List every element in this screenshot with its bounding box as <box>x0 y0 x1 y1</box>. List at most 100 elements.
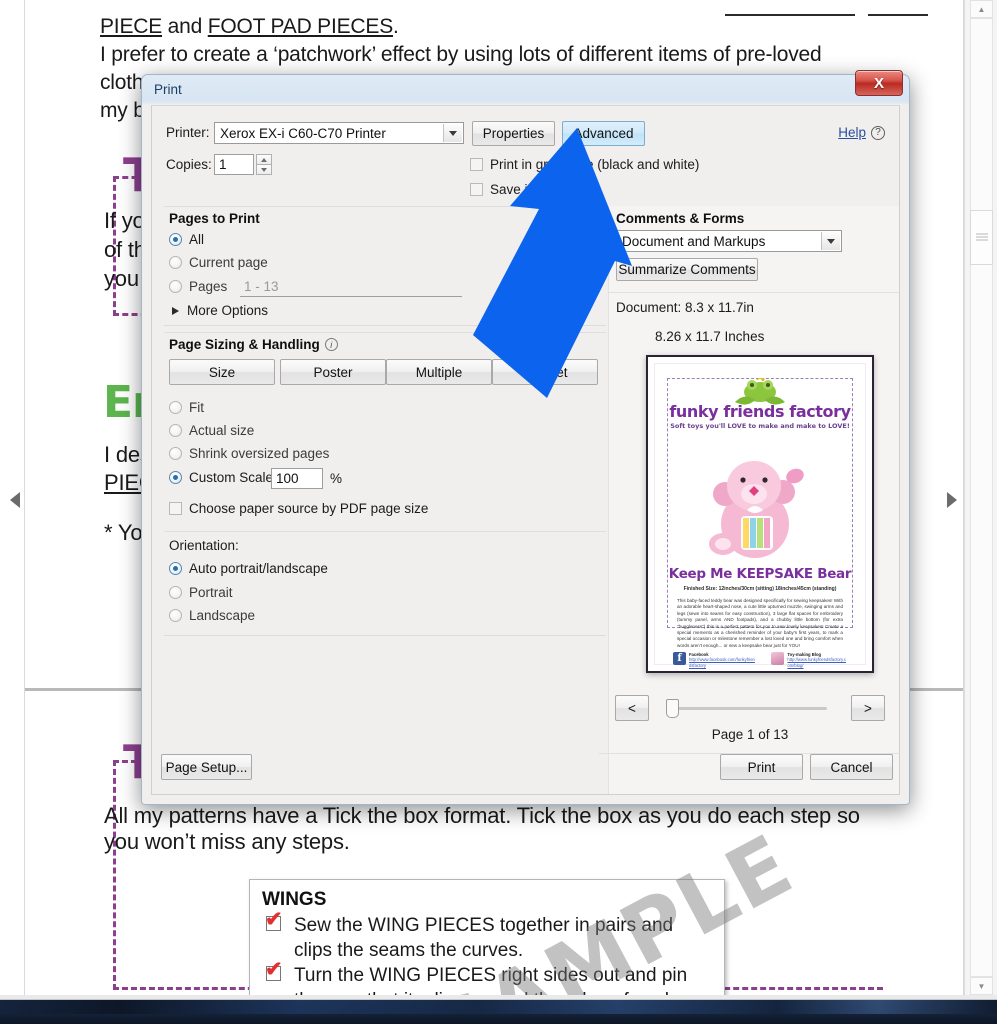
radio-actual-size[interactable]: Actual size <box>169 423 254 438</box>
facebook-icon: f <box>673 652 686 665</box>
list-item: Turn the WING PIECES right sides out and… <box>262 959 712 995</box>
dialog-titlebar[interactable]: Print X <box>142 70 909 105</box>
save-ink-checkbox[interactable]: Save ink/toner <box>470 182 576 197</box>
blog-avatar-icon <box>771 652 785 665</box>
panel-divider <box>608 292 899 293</box>
printer-select[interactable]: Xerox EX-i C60-C70 Printer <box>214 122 464 144</box>
checkbox-icon[interactable] <box>169 502 182 515</box>
radio-custom-scale[interactable]: Custom Scale: <box>169 470 277 485</box>
chevron-right-icon[interactable] <box>172 306 179 315</box>
info-icon[interactable]: i <box>324 338 338 351</box>
scrollbar-thumb[interactable] <box>970 210 993 265</box>
doc-line-1: PIECE and FOOT PAD PIECES. <box>100 15 399 38</box>
radio-actual-size-label: Actual size <box>189 423 255 438</box>
copies-increment-icon[interactable] <box>256 154 272 165</box>
printer-row: Printer: <box>166 125 210 140</box>
radio-icon[interactable] <box>169 586 182 599</box>
next-page-arrow-icon[interactable] <box>947 492 957 508</box>
wings-step-text: Sew the WING PIECES together in pairs an… <box>294 915 674 961</box>
cancel-button[interactable]: Cancel <box>810 754 893 780</box>
wings-step-list: Sew the WING PIECES together in pairs an… <box>262 909 712 995</box>
properties-button[interactable]: Properties <box>472 121 555 146</box>
taskbar-sheen <box>0 1000 997 1014</box>
windows-taskbar[interactable] <box>0 995 997 1024</box>
print-button[interactable]: Print <box>720 754 803 780</box>
help-group[interactable]: Help ? <box>838 125 885 140</box>
more-options-label: More Options <box>187 303 269 318</box>
help-question-icon[interactable]: ? <box>871 125 885 140</box>
radio-fit[interactable]: Fit <box>169 400 204 415</box>
close-icon[interactable]: X <box>855 70 903 96</box>
booklet-button[interactable]: Booklet <box>492 359 598 385</box>
paper-source-checkbox[interactable]: Choose paper source by PDF page size <box>169 501 428 516</box>
printer-label: Printer: <box>166 125 210 140</box>
radio-icon[interactable] <box>169 424 182 437</box>
checkbox-icon[interactable] <box>470 158 483 171</box>
copies-stepper[interactable] <box>256 154 272 175</box>
preview-prev-button[interactable]: < <box>615 695 649 721</box>
vertical-scrollbar[interactable]: ▲ ▼ <box>964 0 997 995</box>
size-button[interactable]: Size <box>169 359 275 385</box>
radio-icon-selected[interactable] <box>169 471 182 484</box>
radio-pages[interactable]: Pages <box>169 279 227 294</box>
scroll-up-icon[interactable]: ▲ <box>970 0 993 18</box>
printer-select-value: Xerox EX-i C60-C70 Printer <box>220 125 386 141</box>
radio-landscape[interactable]: Landscape <box>169 608 255 623</box>
radio-icon[interactable] <box>169 280 182 293</box>
page-setup-button[interactable]: Page Setup... <box>161 754 252 780</box>
radio-icon[interactable] <box>169 609 182 622</box>
preview-brand: funky friends factory <box>669 402 851 421</box>
preview-next-button[interactable]: > <box>851 695 885 721</box>
help-link[interactable]: Help <box>838 125 866 140</box>
chevron-down-icon[interactable] <box>821 232 840 250</box>
summarize-comments-button[interactable]: Summarize Comments <box>616 258 758 281</box>
chevron-down-icon[interactable] <box>443 124 462 142</box>
radio-icon-selected[interactable] <box>169 562 182 575</box>
list-item: Sew the WING PIECES together in pairs an… <box>262 909 712 963</box>
comments-forms-value: Document and Markups <box>622 233 766 249</box>
preview-description: This baby-faced teddy bear was designed … <box>677 598 843 648</box>
radio-auto-orientation-label: Auto portrait/landscape <box>189 561 328 576</box>
radio-icon[interactable] <box>169 401 182 414</box>
print-dialog[interactable]: Print X Printer: Xerox EX-i C60-C70 Prin… <box>141 70 910 805</box>
comments-forms-select[interactable]: Document and Markups <box>616 230 842 252</box>
blog-link-url[interactable]: http://www.funkyfriendsfactory.com/blog/ <box>787 657 846 667</box>
preview-page-slider-thumb[interactable] <box>666 699 679 718</box>
save-ink-label: Save ink/toner <box>490 182 577 197</box>
radio-auto-orientation[interactable]: Auto portrait/landscape <box>169 561 328 576</box>
scroll-down-icon[interactable]: ▼ <box>970 977 993 995</box>
facebook-link[interactable]: f Facebook http://www.facebook.com/funky… <box>673 652 755 668</box>
copies-label: Copies: <box>166 157 212 172</box>
more-options-toggle[interactable]: More Options <box>172 303 268 318</box>
radio-all-label: All <box>189 232 205 247</box>
previous-page-arrow-icon[interactable] <box>10 492 20 508</box>
radio-portrait[interactable]: Portrait <box>169 585 233 600</box>
doc-tick-intro: All my patterns have a Tick the box form… <box>104 803 860 854</box>
copies-decrement-icon[interactable] <box>256 165 272 175</box>
scrollbar-track[interactable] <box>970 18 993 977</box>
radio-all[interactable]: All <box>169 232 204 247</box>
grayscale-checkbox[interactable]: Print in grayscale (black and white) <box>470 157 699 172</box>
radio-icon-selected[interactable] <box>169 233 182 246</box>
poster-button[interactable]: Poster <box>280 359 386 385</box>
copies-input[interactable]: 1 <box>214 154 254 175</box>
custom-scale-input[interactable]: 100 <box>271 468 323 489</box>
radio-shrink[interactable]: Shrink oversized pages <box>169 446 329 461</box>
page-sizing-title-row: Page Sizing & Handling i <box>169 337 338 352</box>
radio-current-page[interactable]: Current page <box>169 255 268 270</box>
blog-link-title: Toy-making Blog <box>787 652 822 657</box>
radio-landscape-label: Landscape <box>189 608 256 623</box>
facebook-link-url[interactable]: http://www.facebook.com/funkyfriendsfact… <box>689 657 755 667</box>
radio-icon[interactable] <box>169 447 182 460</box>
pages-range-input[interactable]: 1 - 13 <box>240 276 462 297</box>
advanced-button[interactable]: Advanced <box>562 121 645 146</box>
checkbox-icon[interactable] <box>470 183 483 196</box>
radio-pages-label: Pages <box>189 279 228 294</box>
blog-link[interactable]: Toy-making Blog http://www.funkyfriendsf… <box>771 652 847 668</box>
multiple-button[interactable]: Multiple <box>386 359 492 385</box>
page-preview-thumbnail[interactable]: funky friends factory Soft toys you'll L… <box>646 355 874 673</box>
orientation-title: Orientation: <box>169 538 239 553</box>
radio-icon[interactable] <box>169 256 182 269</box>
teddy-bear-photo <box>709 461 804 558</box>
preview-page-slider-track[interactable] <box>669 707 827 710</box>
